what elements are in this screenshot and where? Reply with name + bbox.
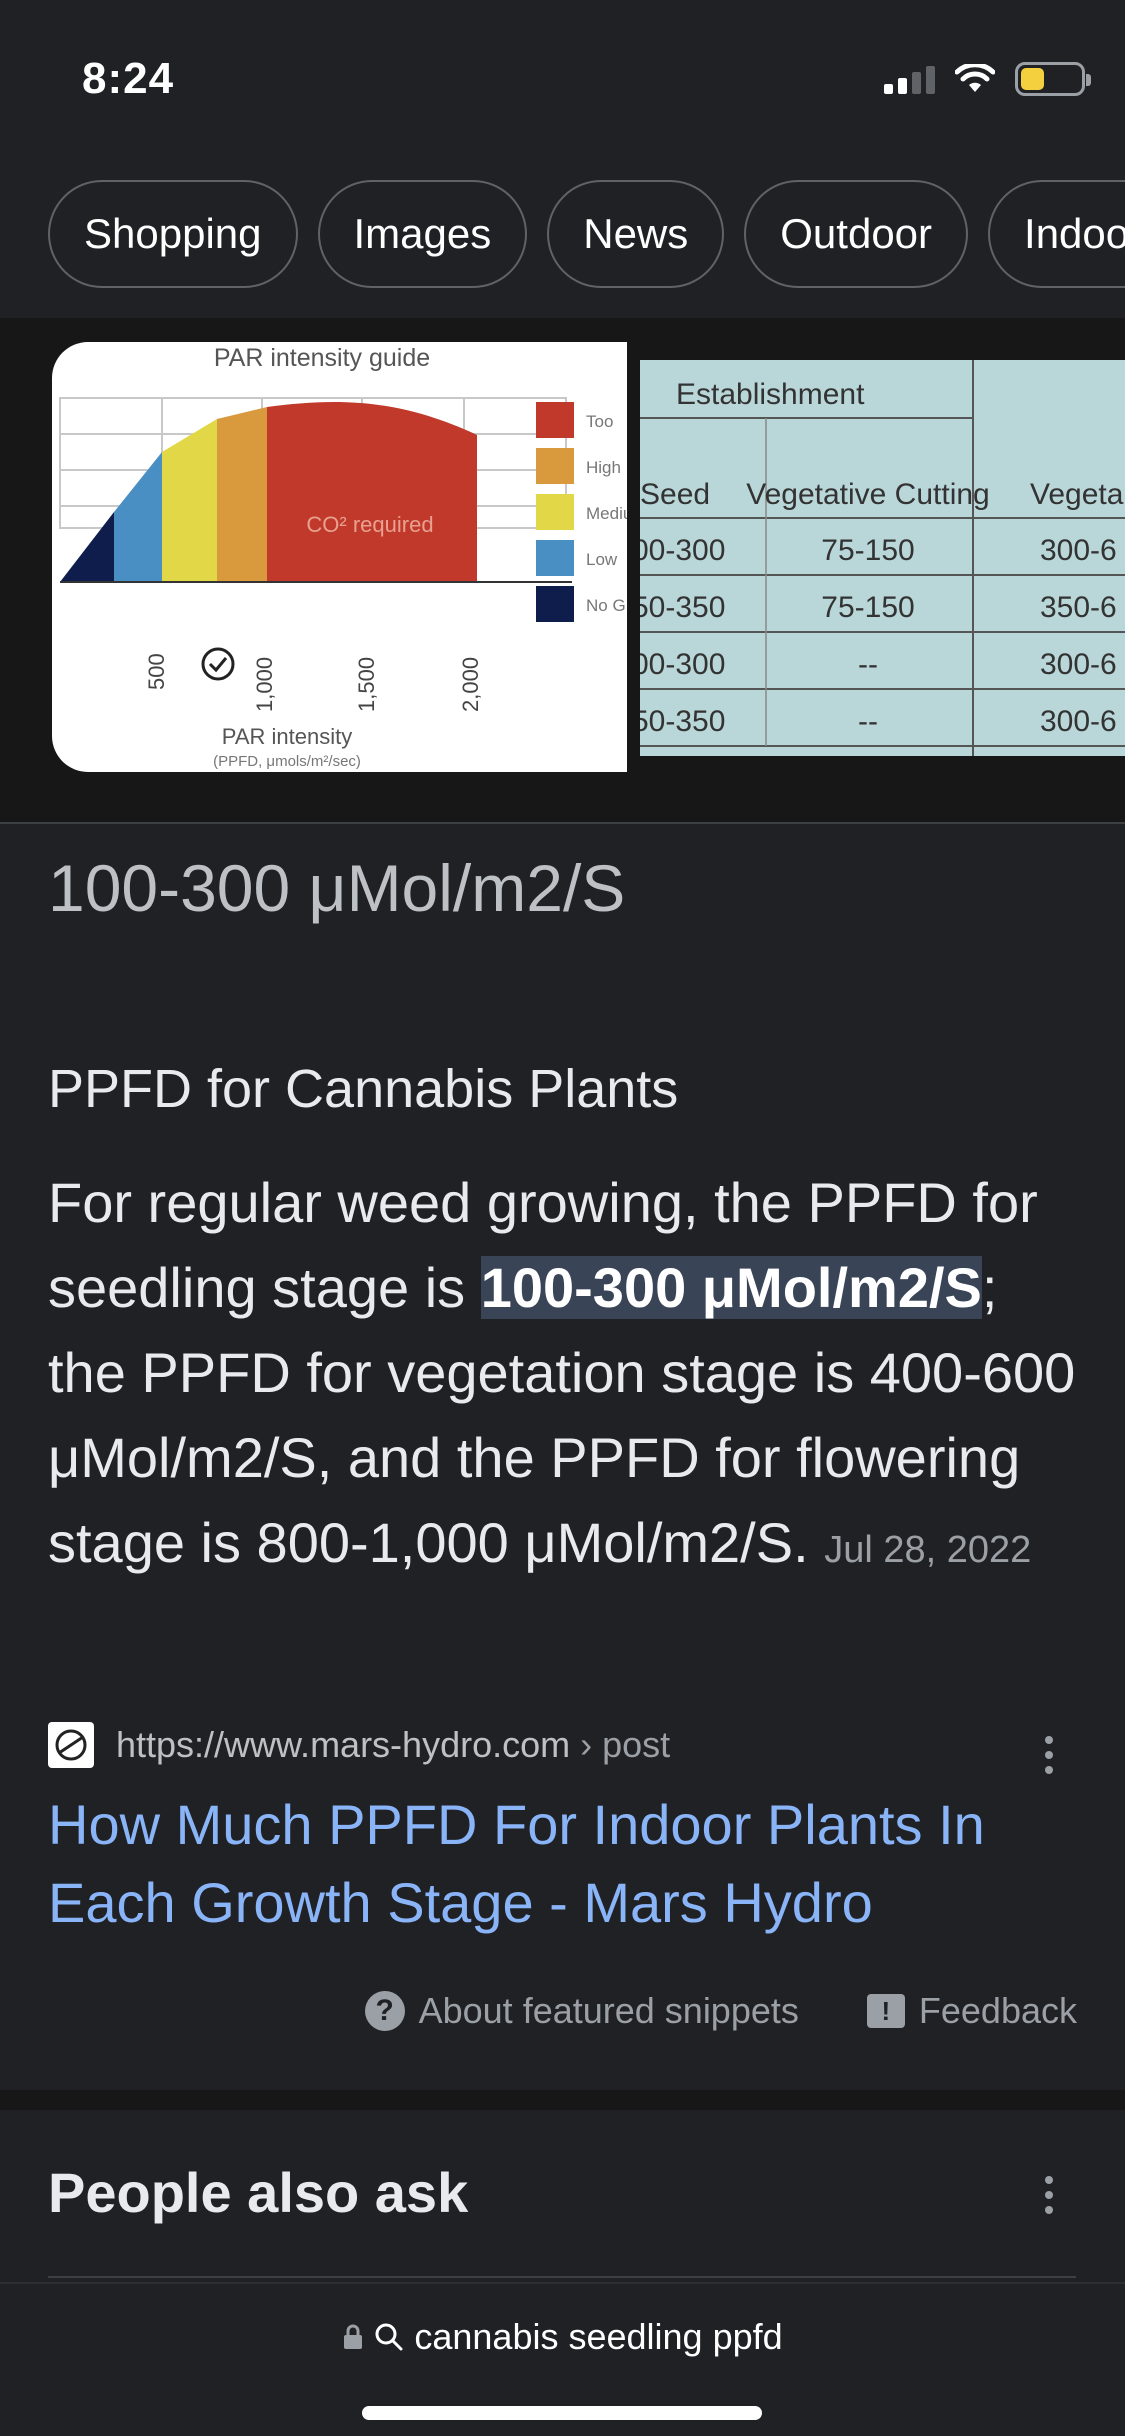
feedback-label: Feedback <box>918 1990 1077 2031</box>
divider <box>0 822 1125 824</box>
snippet-heading: PPFD for Cannabis Plants <box>48 1059 679 1119</box>
table-cell: 300-6 <box>1040 705 1117 738</box>
source-breadcrumb: › post <box>570 1724 671 1765</box>
table-cell: 50-350 <box>640 705 725 738</box>
clock: 8:24 <box>82 54 175 103</box>
legend-low: Low <box>586 550 618 569</box>
table-cell: 50-350 <box>640 591 725 624</box>
battery-icon <box>1015 62 1091 96</box>
table-cell: 75-150 <box>821 591 914 624</box>
address-bar: cannabis seedling ppfd <box>0 2282 1125 2436</box>
more-options-icon[interactable] <box>1029 1730 1069 1780</box>
lock-icon <box>344 2324 363 2349</box>
url-field[interactable]: cannabis seedling ppfd <box>0 2316 1125 2358</box>
people-also-ask-heading: People also ask <box>48 2161 469 2224</box>
tick-1000: 1,000 <box>252 657 277 712</box>
tick-2000: 2,000 <box>458 657 483 712</box>
par-xlabel: PAR intensity <box>222 724 352 749</box>
source-domain: https://www.mars-hydro.com <box>116 1724 571 1765</box>
table-cell: -- <box>858 648 878 681</box>
chip-images[interactable]: Images <box>317 180 528 288</box>
table-cell: 00-300 <box>640 534 725 567</box>
par-xsub: (PPFD, μmols/m²/sec) <box>213 753 361 770</box>
search-query: cannabis seedling ppfd <box>414 2316 783 2357</box>
snippet-date: Jul 28, 2022 <box>824 1529 1032 1571</box>
chip-outdoor[interactable]: Outdoor <box>744 180 969 288</box>
featured-answer: 100-300 μMol/m2/S <box>48 851 626 925</box>
wifi-icon <box>955 64 995 92</box>
table-header-seed: Seed <box>640 478 710 511</box>
mars-hydro-favicon-icon <box>48 1722 94 1768</box>
table-cell: 300-6 <box>1040 534 1117 567</box>
source-url[interactable]: https://www.mars-hydro.com › post <box>116 1724 670 1766</box>
co2-annotation: CO² required <box>306 512 433 537</box>
table-group-header: Establishment <box>676 378 865 411</box>
legend-high: High <box>586 458 621 477</box>
legend-medium: Medium <box>586 504 627 523</box>
par-image-title: PAR intensity guide <box>214 344 430 372</box>
table-header-cutting: Vegetative Cutting <box>746 478 990 511</box>
paa-more-options-icon[interactable] <box>1029 2170 1069 2220</box>
table-cell: 350-6 <box>1040 591 1117 624</box>
legend-too: Too <box>586 412 613 431</box>
status-bar: 8:24 <box>0 0 1125 160</box>
chip-indoor[interactable]: Indoor <box>988 180 1125 288</box>
filter-chips: Shopping Images News Outdoor Indoor <box>48 180 1125 288</box>
status-icons <box>884 62 1091 96</box>
snippet-footer: ? About featured snippets ! Feedback <box>364 1990 1077 2032</box>
table-cell: 300-6 <box>1040 648 1117 681</box>
help-icon: ? <box>364 1991 405 2031</box>
search-icon <box>375 2323 403 2351</box>
snippet-text: For regular weed growing, the PPFD for s… <box>48 1160 1088 1593</box>
ppfd-table-image[interactable]: Establishment Seed Vegetative Cutting Ve… <box>640 360 1125 756</box>
table-header-vegetative: Vegeta <box>1030 478 1124 511</box>
tick-500: 500 <box>144 653 169 690</box>
result-title-link[interactable]: How Much PPFD For Indoor Plants In Each … <box>48 1786 1088 1942</box>
chip-news[interactable]: News <box>547 180 725 288</box>
legend-none: No G <box>586 596 626 615</box>
check-circle-icon <box>201 647 235 681</box>
table-cell: 75-150 <box>821 534 914 567</box>
about-featured-snippets-button[interactable]: ? About featured snippets <box>364 1990 799 2032</box>
home-indicator[interactable] <box>362 2406 762 2420</box>
feedback-icon: ! <box>866 1994 905 2028</box>
divider <box>48 2276 1076 2278</box>
about-label: About featured snippets <box>418 1990 799 2031</box>
snippet-highlight: 100-300 μMol/m2/S <box>480 1256 982 1319</box>
chip-shopping[interactable]: Shopping <box>48 180 298 288</box>
table-cell: -- <box>858 705 878 738</box>
image-carousel: PAR intensity guide CO² required Too Hig… <box>0 318 1125 824</box>
par-intensity-image[interactable]: PAR intensity guide CO² required Too Hig… <box>52 342 627 772</box>
feedback-button[interactable]: ! Feedback <box>866 1990 1077 2032</box>
source-row[interactable]: https://www.mars-hydro.com › post <box>48 1722 670 1768</box>
cellular-signal-icon <box>884 64 935 94</box>
table-cell: 00-300 <box>640 648 725 681</box>
tick-1500: 1,500 <box>354 657 379 712</box>
section-separator <box>0 2090 1125 2110</box>
